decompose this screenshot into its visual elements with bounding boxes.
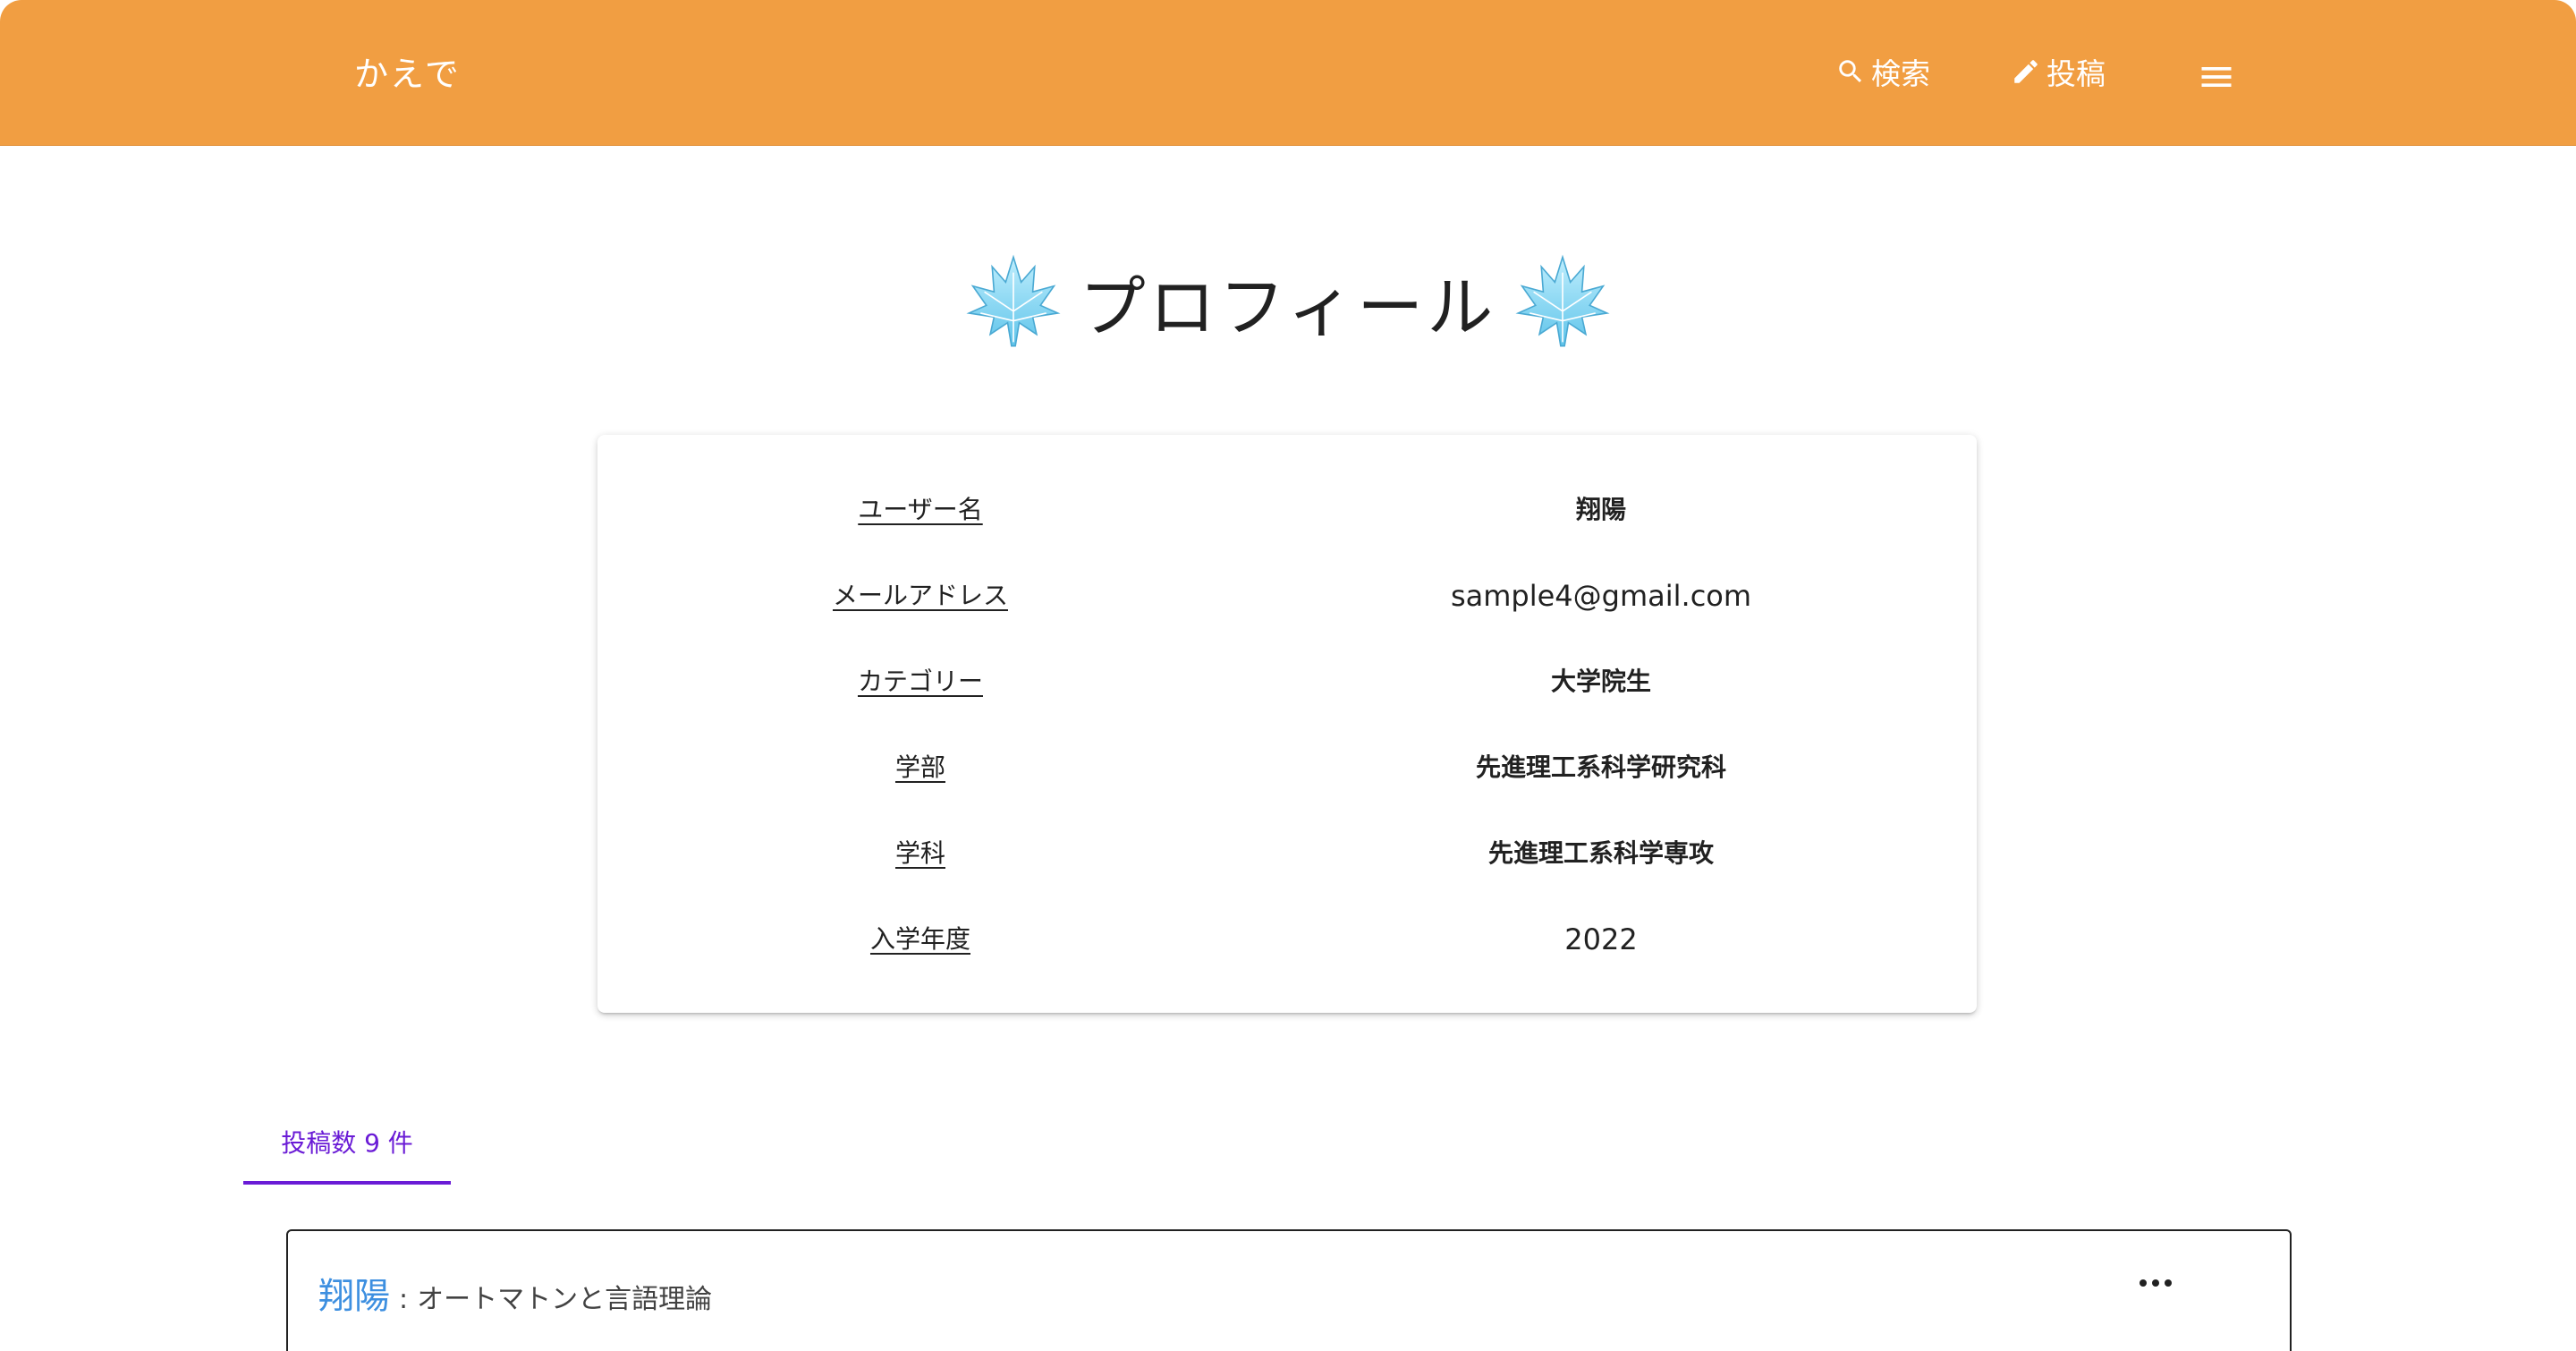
search-button[interactable]: 検索 — [1835, 47, 1930, 97]
profile-label: カテゴリー — [857, 667, 983, 696]
profile-row-category: カテゴリー 大学院生 — [597, 655, 1977, 709]
profile-card: ユーザー名 翔陽 メールアドレス sample4@gmail.com カテゴリー… — [597, 435, 1977, 1013]
post-button-label: 投稿 — [2046, 56, 2106, 91]
post-header: 翔陽 : オートマトンと言語理論 — [318, 1267, 712, 1319]
maple-leaf-icon — [966, 254, 1061, 347]
post-button[interactable]: 投稿 — [2011, 47, 2106, 97]
tab-posts-count[interactable]: 投稿数 9 件 — [243, 1115, 451, 1185]
profile-value: 2022 — [1564, 922, 1638, 956]
more-horizontal-icon[interactable] — [2131, 1265, 2181, 1301]
profile-label: 学科 — [894, 838, 945, 868]
maple-leaf-icon — [1515, 254, 1610, 347]
more-dot — [2140, 1279, 2147, 1287]
profile-label: 学部 — [894, 752, 945, 782]
profile-value: 先進理工系科学研究科 — [1475, 752, 1726, 782]
profile-label: 入学年度 — [869, 924, 970, 954]
profile-label: ユーザー名 — [858, 495, 983, 524]
app-bar: かえで 検索 投稿 — [0, 0, 2576, 146]
tab-active-indicator — [243, 1181, 451, 1185]
post-author-link[interactable]: 翔陽 — [318, 1267, 390, 1319]
post-card[interactable]: 翔陽 : オートマトンと言語理論 — [286, 1229, 2292, 1351]
pencil-icon — [2014, 60, 2038, 83]
page-title: プロフィール — [1079, 268, 1497, 346]
profile-row-enrollment-year: 入学年度 2022 — [597, 913, 1977, 966]
brand-title[interactable]: かえで — [354, 47, 461, 96]
more-dot — [2165, 1279, 2172, 1287]
profile-row-department: 学科 先進理工系科学専攻 — [597, 827, 1977, 880]
profile-value: sample4@gmail.com — [1450, 579, 1752, 613]
post-title: オートマトンと言語理論 — [417, 1284, 713, 1315]
page-title-row: プロフィール — [0, 243, 2576, 360]
profile-row-username: ユーザー名 翔陽 — [597, 483, 1977, 537]
profile-value: 大学院生 — [1550, 667, 1651, 696]
profile-label: メールアドレス — [832, 581, 1008, 610]
profile-value: 翔陽 — [1575, 495, 1626, 524]
app-window: かえで 検索 投稿 プロフィール ユーザー名 翔陽 メールアドレス sample… — [0, 0, 2576, 1351]
more-dot — [2152, 1279, 2159, 1287]
profile-value: 先進理工系科学専攻 — [1487, 838, 1714, 868]
profile-row-email: メールアドレス sample4@gmail.com — [597, 569, 1977, 623]
menu-button[interactable] — [2197, 52, 2236, 102]
post-separator: : — [399, 1284, 409, 1315]
search-icon — [1839, 60, 1862, 83]
search-button-label: 検索 — [1871, 56, 1930, 91]
menu-icon — [2201, 67, 2232, 87]
profile-row-faculty: 学部 先進理工系科学研究科 — [597, 741, 1977, 794]
